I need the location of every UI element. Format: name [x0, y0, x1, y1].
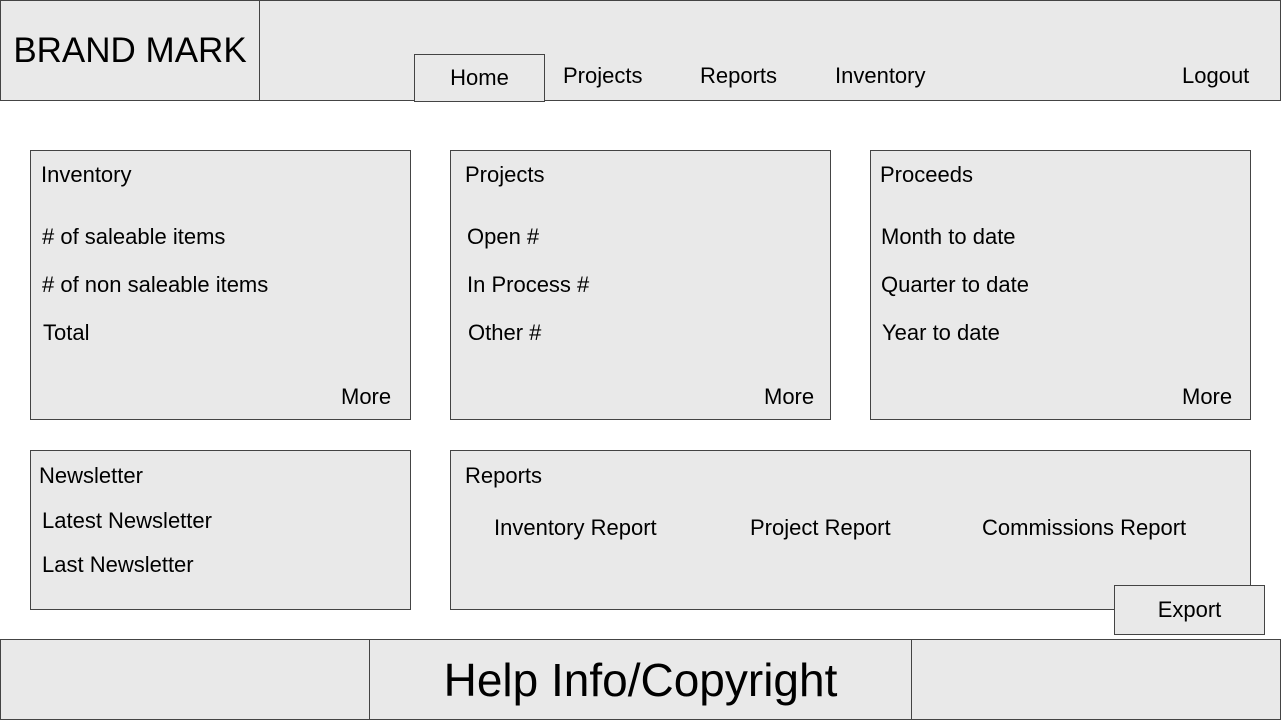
projects-card-title: Projects — [465, 162, 545, 187]
in-process-projects-stat: In Process # — [467, 272, 590, 297]
logout-link[interactable]: Logout — [1182, 63, 1249, 89]
year-to-date-stat: Year to date — [882, 320, 1000, 345]
commissions-report-link[interactable]: Commissions Report — [982, 515, 1186, 541]
reports-card-title: Reports — [465, 463, 543, 488]
nav-home[interactable]: Home — [414, 54, 545, 102]
inventory-total-stat: Total — [43, 320, 90, 345]
newsletter-card-title: Newsletter — [39, 463, 143, 488]
latest-newsletter-link[interactable]: Latest Newsletter — [42, 508, 212, 534]
inventory-report-link[interactable]: Inventory Report — [494, 515, 657, 541]
open-projects-stat: Open # — [467, 224, 540, 249]
proceeds-more-link[interactable]: More — [1182, 384, 1232, 410]
inventory-card-title: Inventory — [41, 162, 132, 187]
export-button[interactable]: Export — [1114, 585, 1265, 635]
saleable-items-stat: # of saleable items — [42, 224, 226, 249]
quarter-to-date-stat: Quarter to date — [881, 272, 1029, 297]
projects-more-link[interactable]: More — [764, 384, 814, 410]
proceeds-card-title: Proceeds — [880, 162, 973, 187]
help-copyright-link[interactable]: Help Info/Copyright — [369, 639, 912, 720]
inventory-more-link[interactable]: More — [341, 384, 391, 410]
nav-inventory[interactable]: Inventory — [835, 63, 926, 89]
month-to-date-stat: Month to date — [881, 224, 1016, 249]
project-report-link[interactable]: Project Report — [750, 515, 891, 541]
brand-mark[interactable]: BRAND MARK — [0, 0, 260, 101]
other-projects-stat: Other # — [468, 320, 542, 345]
nav-projects[interactable]: Projects — [563, 63, 642, 89]
last-newsletter-link[interactable]: Last Newsletter — [42, 552, 194, 578]
non-saleable-items-stat: # of non saleable items — [42, 272, 269, 297]
nav-reports[interactable]: Reports — [700, 63, 777, 89]
